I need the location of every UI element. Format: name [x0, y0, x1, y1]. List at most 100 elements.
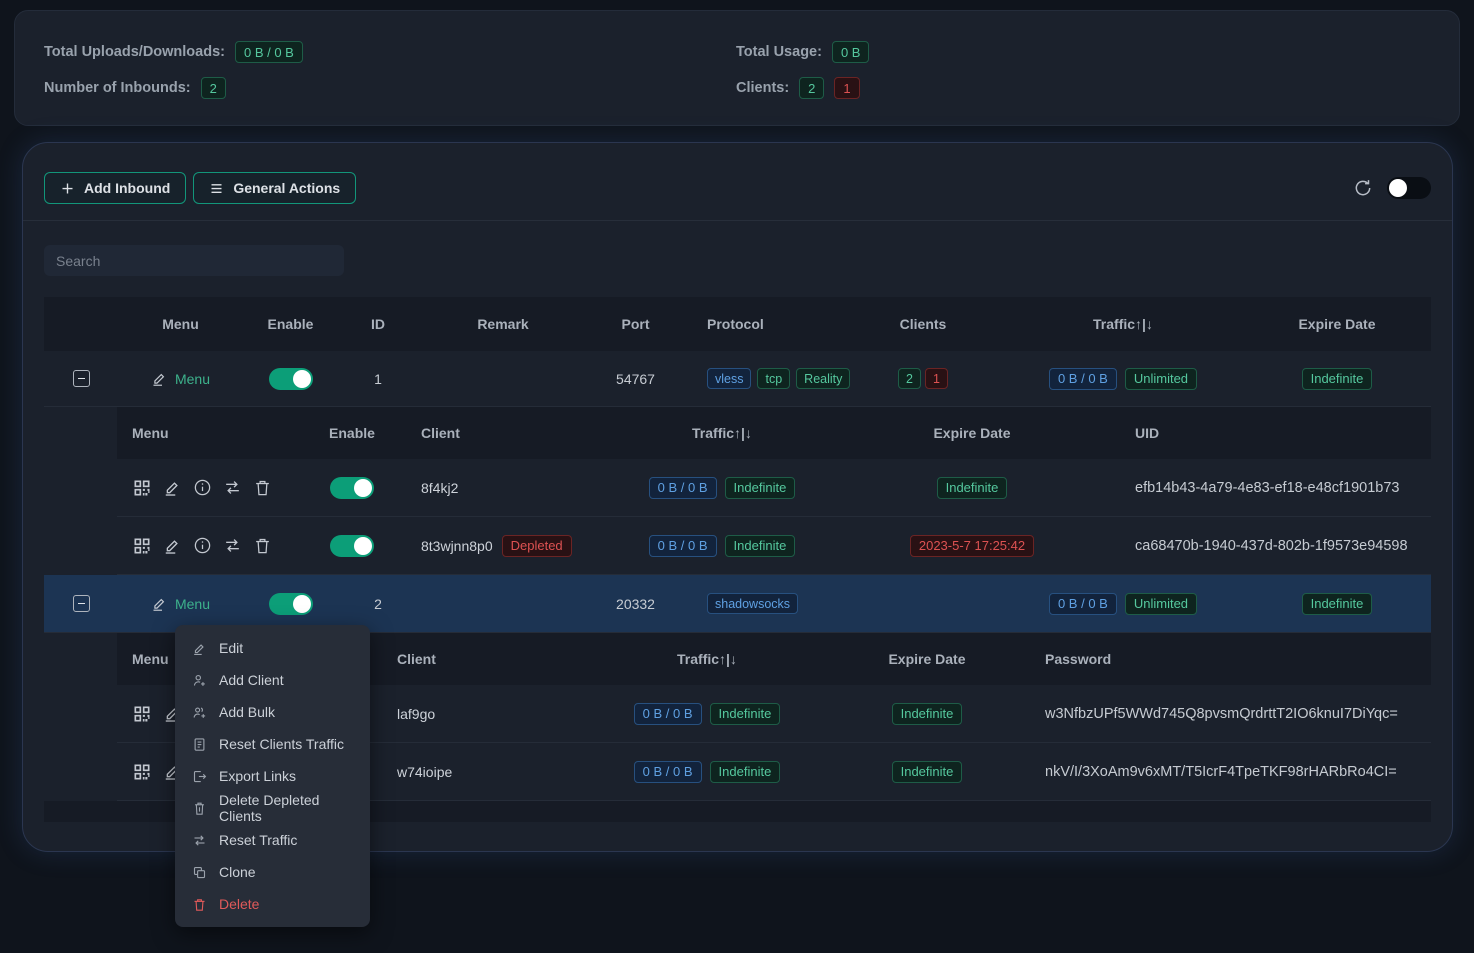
- menu-item-add-bulk[interactable]: Add Bulk: [175, 696, 370, 728]
- client-row: 8f4kj2 0 B / 0 B Indefinite Indefinite e…: [117, 459, 1431, 517]
- menu-item-label: Clone: [219, 864, 256, 880]
- qr-code-icon[interactable]: [132, 704, 152, 724]
- expire-cell: Indefinite: [827, 703, 1027, 725]
- general-actions-button[interactable]: General Actions: [193, 172, 356, 204]
- header-menu: Menu: [118, 316, 243, 332]
- menu-item-export-links[interactable]: Export Links: [175, 760, 370, 792]
- dark-mode-toggle[interactable]: [1387, 177, 1431, 199]
- export-icon: [192, 769, 207, 784]
- traffic-badge: 0 B / 0 B: [1049, 593, 1117, 615]
- row-menu-button[interactable]: Menu: [151, 370, 210, 387]
- enable-cell: [297, 477, 407, 499]
- stat-total-usage: Total Usage: 0 B: [736, 39, 1430, 65]
- expire-badge: Indefinite: [892, 703, 963, 725]
- expire-cell: Indefinite: [1243, 593, 1431, 615]
- header-expire: Expire Date: [827, 651, 1027, 667]
- reset-icon: [192, 833, 207, 848]
- traffic-cell: 0 B / 0 B Indefinite: [597, 477, 847, 499]
- trash-icon[interactable]: [253, 478, 272, 497]
- collapse-row-button[interactable]: [73, 595, 90, 612]
- menu-item-delete-depleted-clients[interactable]: Delete Depleted Clients: [175, 792, 370, 824]
- qr-code-icon[interactable]: [132, 478, 152, 498]
- header-remark: Remark: [418, 316, 588, 332]
- menu-item-delete[interactable]: Delete: [175, 888, 370, 920]
- expand-cell: [44, 595, 118, 612]
- menu-item-clone[interactable]: Clone: [175, 856, 370, 888]
- client-actions: [132, 536, 272, 556]
- expire-badge: Indefinite: [892, 761, 963, 783]
- menu-item-label: Export Links: [219, 768, 296, 784]
- collapse-row-button[interactable]: [73, 370, 90, 387]
- expire-badge: Indefinite: [1302, 593, 1373, 615]
- general-actions-label: General Actions: [233, 180, 340, 196]
- menu-item-reset-traffic[interactable]: Reset Traffic: [175, 824, 370, 856]
- menu-lines-icon: [209, 181, 224, 196]
- expire-cell: Indefinite: [1243, 368, 1431, 390]
- table-header-row: Menu Enable ID Remark Port Protocol Clie…: [44, 297, 1431, 351]
- edit-icon: [192, 641, 207, 656]
- expand-cell: [44, 370, 118, 387]
- client-password: nkV/I/3XoAm9v6xMT/T5IcrF4TpeTKF98rHARbRo…: [1027, 764, 1431, 780]
- edit-icon[interactable]: [163, 536, 182, 555]
- stat-total-uploads-downloads: Total Uploads/Downloads: 0 B / 0 B: [44, 39, 736, 65]
- enable-toggle[interactable]: [269, 593, 313, 615]
- reset-traffic-icon[interactable]: [223, 536, 242, 555]
- user-add-icon: [192, 673, 207, 688]
- protocol-tag: shadowsocks: [707, 593, 798, 614]
- menu-item-label: Edit: [219, 640, 243, 656]
- menu-item-add-client[interactable]: Add Client: [175, 664, 370, 696]
- header-traffic-sort[interactable]: Traffic↑|↓: [597, 425, 847, 441]
- clients-depleted-badge: 1: [834, 77, 859, 99]
- header-port: Port: [588, 316, 683, 332]
- toolbar: Add Inbound General Actions: [44, 172, 1431, 204]
- qr-code-icon[interactable]: [132, 762, 152, 782]
- clients-cell: 2 1: [843, 368, 1003, 389]
- edit-icon: [151, 595, 168, 612]
- toggle-knob: [293, 595, 311, 613]
- stat-label: Total Usage:: [736, 44, 822, 60]
- menu-cell: Menu: [118, 595, 243, 612]
- file-reset-icon: [192, 737, 207, 752]
- client-id: laf9go: [397, 706, 587, 722]
- client-id: w74ioipe: [397, 764, 587, 780]
- protocol-cell: shadowsocks: [683, 593, 843, 614]
- info-icon[interactable]: [193, 478, 212, 497]
- menu-item-reset-clients-traffic[interactable]: Reset Clients Traffic: [175, 728, 370, 760]
- enable-toggle[interactable]: [330, 477, 374, 499]
- enable-toggle[interactable]: [330, 535, 374, 557]
- delete-depleted-icon: [192, 801, 207, 816]
- traffic-cell: 0 B / 0 B Indefinite: [587, 703, 827, 725]
- edit-icon[interactable]: [163, 478, 182, 497]
- enable-toggle[interactable]: [269, 368, 313, 390]
- menu-item-edit[interactable]: Edit: [175, 632, 370, 664]
- enable-cell: [297, 535, 407, 557]
- header-traffic-sort[interactable]: Traffic↑|↓: [587, 651, 827, 667]
- header-client: Client: [407, 425, 597, 441]
- client-uid: ca68470b-1940-437d-802b-1f9573e94598: [1097, 538, 1431, 554]
- reset-traffic-icon[interactable]: [223, 478, 242, 497]
- client-id-cell: 8t3wjnn8p0 Depleted: [407, 535, 597, 557]
- add-inbound-button[interactable]: Add Inbound: [44, 172, 186, 204]
- refresh-icon[interactable]: [1353, 178, 1373, 198]
- row-menu-button[interactable]: Menu: [151, 595, 210, 612]
- info-icon[interactable]: [193, 536, 212, 555]
- toolbar-right: [1353, 177, 1431, 199]
- header-traffic-sort[interactable]: Traffic↑|↓: [1003, 316, 1243, 332]
- traffic-limit-badge: Indefinite: [710, 703, 781, 725]
- client-menu-cell: [117, 478, 297, 498]
- client-actions: [132, 478, 272, 498]
- traffic-badge: 0 B / 0 B: [634, 761, 702, 783]
- id-cell: 1: [338, 371, 418, 387]
- header-clients[interactable]: Clients: [843, 316, 1003, 332]
- header-expire[interactable]: Expire Date: [1243, 316, 1431, 332]
- client-table-header-row: Menu Enable Client Traffic↑|↓ Expire Dat…: [117, 407, 1431, 459]
- traffic-badge: 0 B / 0 B: [649, 477, 717, 499]
- header-enable: Enable: [297, 425, 407, 441]
- search-input[interactable]: [44, 245, 344, 276]
- stats-card: Total Uploads/Downloads: 0 B / 0 B Total…: [14, 10, 1460, 126]
- enable-cell: [243, 593, 338, 615]
- traffic-cell: 0 B / 0 B Unlimited: [1003, 368, 1243, 390]
- stat-number-of-inbounds: Number of Inbounds: 2: [44, 75, 736, 101]
- trash-icon[interactable]: [253, 536, 272, 555]
- qr-code-icon[interactable]: [132, 536, 152, 556]
